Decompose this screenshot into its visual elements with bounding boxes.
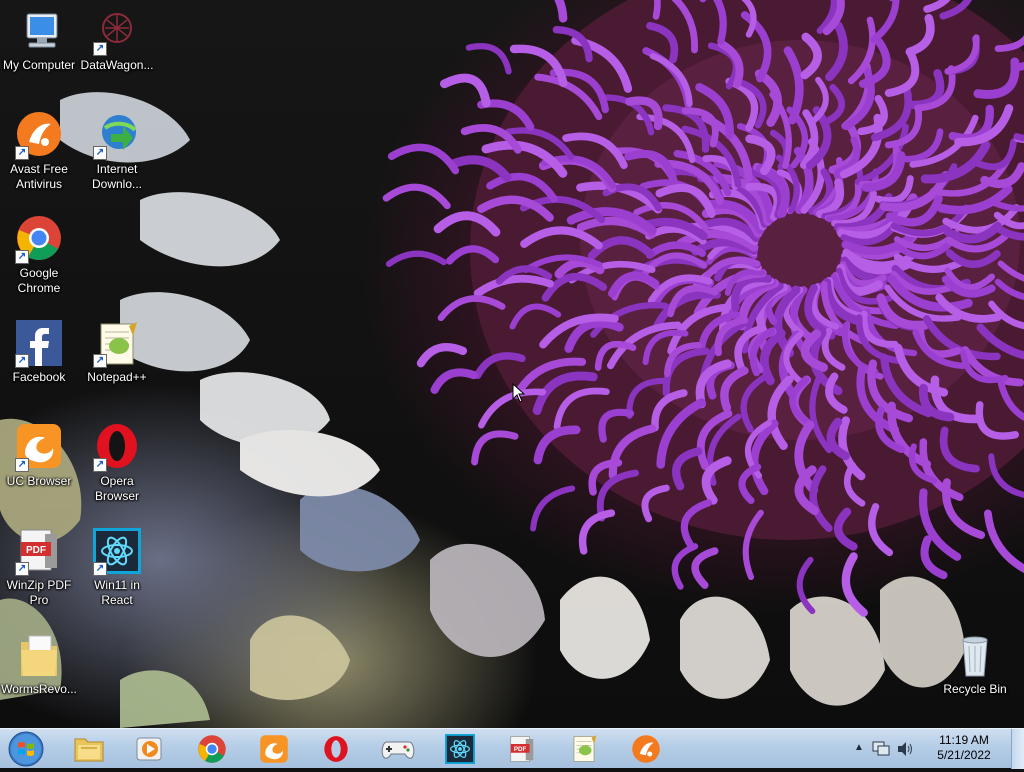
taskbar-uc-browser[interactable]	[248, 732, 300, 766]
flower-filament	[583, 513, 612, 551]
flower-filament	[386, 187, 447, 205]
react-icon: ↗	[93, 528, 141, 576]
internet-download-manager-icon: ↗	[93, 112, 141, 160]
notepad-plus-plus-icon: ↗	[93, 320, 141, 368]
desktop-icon-internet-download-manager[interactable]: ↗ Internet Downlo...	[78, 112, 156, 192]
clock[interactable]: 11:19 AM 5/21/2022	[924, 733, 1004, 763]
winzip-pdf-icon: PDF ↗	[15, 528, 63, 576]
show-hidden-icons-chevron-icon[interactable]: ▲	[854, 742, 864, 753]
mouse-cursor-icon	[512, 383, 526, 403]
taskbar-media-player[interactable]	[124, 732, 176, 766]
game-controller-icon	[381, 736, 415, 762]
svg-text:PDF: PDF	[514, 746, 527, 753]
taskbar-chrome[interactable]	[186, 732, 238, 766]
chrome-icon	[197, 734, 227, 764]
taskbar-avast[interactable]	[620, 732, 672, 766]
react-icon	[445, 734, 475, 764]
uc-browser-icon: ↗	[15, 424, 63, 472]
desktop-icon-opera-browser[interactable]: ↗ Opera Browser	[78, 424, 156, 504]
flower-filament	[533, 489, 572, 529]
desktop-icon-winzip-pdf-pro[interactable]: PDF ↗ WinZip PDF Pro	[0, 528, 78, 608]
flower-filament	[695, 551, 715, 585]
shortcut-arrow-icon: ↗	[93, 354, 107, 368]
shortcut-arrow-icon: ↗	[15, 354, 29, 368]
shortcut-arrow-icon: ↗	[93, 562, 107, 576]
taskbar: PDF ▲ 11:19 AM 5/21/2022	[0, 728, 1024, 768]
desktop-icon-label: Google Chrome	[0, 266, 78, 296]
desktop-icon-label: WormsRevo...	[0, 682, 78, 697]
desktop-icon-label: Internet Downlo...	[78, 162, 156, 192]
flower-filament	[435, 372, 474, 389]
desktop-icon-win11-in-react[interactable]: ↗ Win11 in React	[78, 528, 156, 608]
recycle-bin-icon	[951, 632, 999, 680]
flower-filament	[421, 347, 463, 363]
datawagon-icon: ↗	[93, 8, 141, 56]
taskbar-file-explorer[interactable]	[63, 732, 115, 766]
avast-icon	[631, 734, 661, 764]
desktop-icon-label: Opera Browser	[78, 474, 156, 504]
desktop-icon-label: My Computer	[0, 58, 78, 73]
shortcut-arrow-icon: ↗	[15, 146, 29, 160]
media-player-icon	[135, 735, 165, 763]
flower-filament	[469, 46, 509, 71]
svg-text:PDF: PDF	[26, 545, 46, 556]
opera-icon	[322, 734, 350, 764]
windows-logo-icon	[6, 731, 46, 767]
desktop-icon-wormsrevo-folder[interactable]: WormsRevo...	[0, 632, 78, 697]
desktop-icon-recycle-bin[interactable]: Recycle Bin	[936, 632, 1014, 697]
shortcut-arrow-icon: ↗	[15, 562, 29, 576]
folder-icon	[15, 632, 63, 680]
desktop-icon-label: DataWagon...	[78, 58, 156, 73]
pdf-icon: PDF	[507, 734, 537, 764]
taskbar-win11-react[interactable]	[434, 732, 486, 766]
opera-icon: ↗	[93, 424, 141, 472]
facebook-icon: ↗	[15, 320, 63, 368]
desktop-icon-label: UC Browser	[0, 474, 78, 489]
clock-date: 5/21/2022	[924, 748, 1004, 763]
flower-filament	[519, 0, 563, 18]
system-tray: ▲ 11:19 AM 5/21/2022	[854, 729, 1024, 769]
desktop-icon-google-chrome[interactable]: ↗ Google Chrome	[0, 216, 78, 296]
network-icon[interactable]	[872, 741, 890, 757]
shortcut-arrow-icon: ↗	[93, 42, 107, 56]
flower-filament	[389, 254, 444, 264]
flower-filament	[475, 434, 515, 462]
desktop-icon-label: Avast Free Antivirus	[0, 162, 78, 192]
shortcut-arrow-icon: ↗	[15, 250, 29, 264]
avast-icon: ↗	[15, 112, 63, 160]
desktop-icon-avast[interactable]: ↗ Avast Free Antivirus	[0, 112, 78, 192]
desktop-icon-label: Recycle Bin	[936, 682, 1014, 697]
flower-filament	[444, 78, 486, 103]
desktop-icon-facebook[interactable]: ↗ Facebook	[0, 320, 78, 385]
volume-icon[interactable]	[896, 741, 914, 757]
desktop-icon-label: Notepad++	[78, 370, 156, 385]
taskbar-game[interactable]	[372, 732, 424, 766]
clock-time: 11:19 AM	[924, 733, 1004, 748]
show-desktop-button[interactable]	[1011, 729, 1024, 769]
shortcut-arrow-icon: ↗	[93, 146, 107, 160]
uc-browser-icon	[259, 734, 289, 764]
desktop-icon-label: Facebook	[0, 370, 78, 385]
notepad-plus-plus-icon	[569, 734, 599, 764]
desktop-icon-uc-browser[interactable]: ↗ UC Browser	[0, 424, 78, 489]
taskbar-notepad-plus-plus[interactable]	[558, 732, 610, 766]
desktop-icon-notepad-plus-plus[interactable]: ↗ Notepad++	[78, 320, 156, 385]
desktop-icon-label: Win11 in React	[78, 578, 156, 608]
flower-filament	[988, 513, 1024, 572]
shortcut-arrow-icon: ↗	[93, 458, 107, 472]
computer-icon	[15, 8, 63, 56]
desktop-icon-label: WinZip PDF Pro	[0, 578, 78, 608]
desktop-icon-my-computer[interactable]: My Computer	[0, 8, 78, 73]
flower-filament	[392, 147, 456, 170]
shortcut-arrow-icon: ↗	[15, 458, 29, 472]
file-explorer-icon	[73, 735, 105, 763]
taskbar-winzip-pdf[interactable]: PDF	[496, 732, 548, 766]
desktop-icon-datawagon[interactable]: ↗ DataWagon...	[78, 8, 156, 73]
chrome-icon: ↗	[15, 216, 63, 264]
start-button[interactable]	[6, 731, 46, 767]
taskbar-opera[interactable]	[310, 732, 362, 766]
